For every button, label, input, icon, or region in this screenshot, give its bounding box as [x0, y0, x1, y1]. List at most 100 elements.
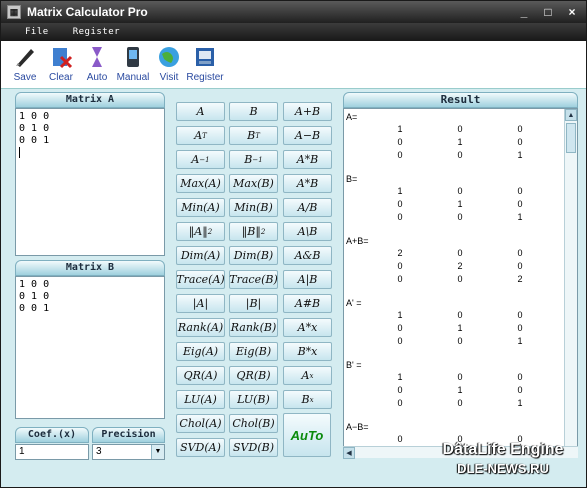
register-tool-button[interactable]: Register [186, 41, 224, 87]
op-a-left-divide-b[interactable]: A\B [283, 222, 332, 241]
chevron-down-icon[interactable]: ▼ [151, 445, 164, 459]
op-lu-b[interactable]: LU(B) [229, 390, 278, 409]
result-cell: 0 [457, 336, 463, 346]
op-a-divide-b[interactable]: A/B [283, 198, 332, 217]
result-cell: 1 [517, 212, 523, 222]
result-cell: 1 [397, 372, 403, 382]
op-a-hash-b[interactable]: A#B [283, 294, 332, 313]
op-qr-b[interactable]: QR(B) [229, 366, 278, 385]
op-rank-a[interactable]: Rank(A) [176, 318, 225, 337]
result-cell: 2 [517, 274, 523, 284]
op-b[interactable]: B [229, 102, 278, 121]
scrollbar-thumb[interactable] [566, 123, 576, 153]
globe-icon [156, 44, 182, 70]
op-inverse-a[interactable]: A −1 [176, 150, 225, 169]
op-a-and-b[interactable]: A&B [283, 246, 332, 265]
result-cell: 1 [397, 186, 403, 196]
close-button[interactable]: × [562, 4, 582, 20]
auto-compute-button[interactable]: AuTo [283, 413, 331, 457]
auto-tool-button[interactable]: Auto [79, 41, 115, 87]
menu-file[interactable]: File [25, 27, 49, 37]
op-dim-a[interactable]: Dim(A) [176, 246, 225, 265]
result-row: 1 0 0 [345, 371, 565, 384]
op-trace-a[interactable]: Trace(A) [176, 270, 225, 289]
op-qr-a[interactable]: QR(A) [176, 366, 225, 385]
op-a-elementwise-times-b[interactable]: A*B [283, 174, 332, 193]
register-label: Register [186, 72, 224, 83]
result-cell: 0 [517, 199, 523, 209]
op-max-b[interactable]: Max(B) [229, 174, 278, 193]
result-cell: 0 [457, 186, 463, 196]
matrix-b-input[interactable]: 1 0 0 0 1 0 0 0 1 [15, 276, 165, 419]
op-a[interactable]: A [176, 102, 225, 121]
op-svd-b[interactable]: SVD(B) [229, 438, 278, 457]
op-chol-b[interactable]: Chol(B) [229, 414, 278, 433]
op-chol-a[interactable]: Chol(A) [176, 414, 225, 433]
op-max-a[interactable]: Max(A) [176, 174, 225, 193]
op-transpose-a[interactable]: AT [176, 126, 225, 145]
scroll-left-icon[interactable]: ◀ [343, 447, 355, 459]
minimize-button[interactable]: _ [514, 4, 534, 20]
result-cell: 0 [397, 199, 403, 209]
op-norm-a[interactable]: ‖ A ‖ 2 [176, 222, 225, 241]
result-cell: 0 [397, 398, 403, 408]
op-inverse-b[interactable]: B −1 [229, 150, 278, 169]
result-cell: 0 [457, 310, 463, 320]
coef-input[interactable]: 1 [15, 444, 89, 460]
op-det-b[interactable]: | B | [229, 294, 278, 313]
op-a-or-b[interactable]: A|B [283, 270, 332, 289]
op-b-times-x[interactable]: B*x [283, 342, 332, 361]
result-cell: 0 [457, 150, 463, 160]
op-a-power-x[interactable]: Ax [283, 366, 332, 385]
manual-icon [120, 44, 146, 70]
save-tool-button[interactable]: Save [7, 41, 43, 87]
result-row: 1 0 0 [345, 123, 565, 136]
result-cell: 0 [517, 261, 523, 271]
menu-register[interactable]: Register [73, 27, 120, 37]
result-spacer [345, 224, 565, 236]
op-norm-b[interactable]: ‖ B ‖ 2 [229, 222, 278, 241]
op-dim-b[interactable]: Dim(B) [229, 246, 278, 265]
op-eig-b[interactable]: Eig(B) [229, 342, 278, 361]
result-row: 1 0 0 [345, 185, 565, 198]
scroll-up-icon[interactable]: ▲ [565, 109, 577, 121]
result-row: 0 0 1 [345, 149, 565, 162]
op-b-power-x[interactable]: Bx [283, 390, 332, 409]
manual-tool-button[interactable]: Manual [115, 41, 151, 87]
op-a-times-x[interactable]: A*x [283, 318, 332, 337]
result-cell: 1 [457, 323, 463, 333]
clear-tool-button[interactable]: Clear [43, 41, 79, 87]
result-cell: 0 [457, 248, 463, 258]
maximize-button[interactable]: □ [538, 4, 558, 20]
op-det-a[interactable]: | A | [176, 294, 225, 313]
result-cell: 2 [457, 261, 463, 271]
op-transpose-b[interactable]: BT [229, 126, 278, 145]
result-cell: 1 [517, 336, 523, 346]
op-lu-a[interactable]: LU(A) [176, 390, 225, 409]
result-cell: 0 [397, 261, 403, 271]
op-svd-a[interactable]: SVD(A) [176, 438, 225, 457]
precision-select[interactable]: 3 ▼ [92, 444, 165, 460]
result-cell: 1 [457, 199, 463, 209]
op-min-a[interactable]: Min(A) [176, 198, 225, 217]
op-trace-b[interactable]: Trace(B) [229, 270, 278, 289]
result-cell: 0 [517, 186, 523, 196]
result-cell: 0 [517, 248, 523, 258]
matrix-a-input[interactable]: 1 0 0 0 1 0 0 0 1 [15, 108, 165, 256]
manual-label: Manual [116, 72, 150, 83]
result-cell: 1 [517, 398, 523, 408]
visit-label: Visit [159, 72, 179, 83]
op-rank-b[interactable]: Rank(B) [229, 318, 278, 337]
op-a-minus-b[interactable]: A−B [283, 126, 332, 145]
op-a-plus-b[interactable]: A+B [283, 102, 332, 121]
result-label: A−B= [346, 422, 369, 432]
result-vertical-scrollbar[interactable]: ▲ [564, 109, 577, 457]
result-area[interactable]: A= 1 0 0 0 1 0 0 0 1 B= 1 0 0 0 1 0 0 0 1 A+B= 2 0 0 0 2 0 0 0 2 A' = 1… [343, 108, 578, 458]
visit-tool-button[interactable]: Visit [151, 41, 187, 87]
op-eig-a[interactable]: Eig(A) [176, 342, 225, 361]
op-a-times-b[interactable]: A*B [283, 150, 332, 169]
result-cell: 0 [457, 398, 463, 408]
precision-value: 3 [96, 446, 102, 457]
auto-icon [84, 44, 110, 70]
op-min-b[interactable]: Min(B) [229, 198, 278, 217]
